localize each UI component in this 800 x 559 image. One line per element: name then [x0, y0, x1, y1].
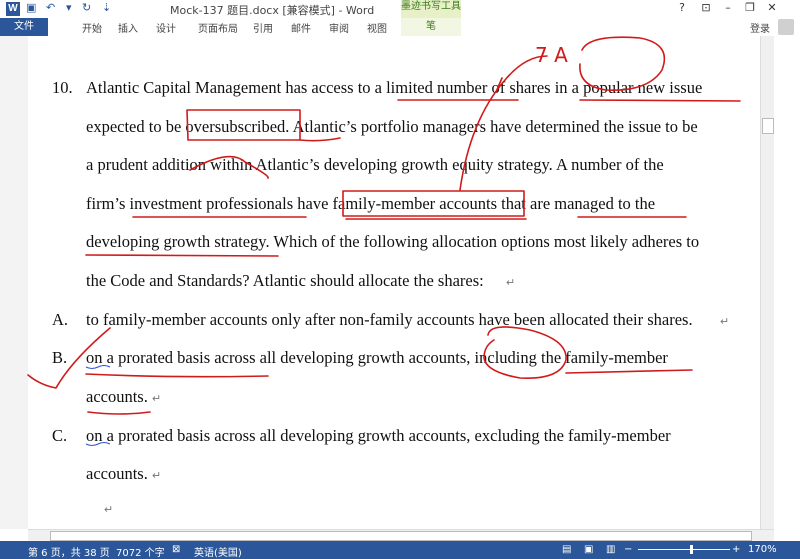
- word-count[interactable]: 7072 个字: [116, 544, 165, 559]
- avatar[interactable]: [778, 19, 794, 35]
- tab-home[interactable]: 开始: [82, 20, 102, 35]
- question-line: the Code and Standards? Atlantic should …: [86, 271, 484, 290]
- print-layout-icon[interactable]: ▣: [584, 544, 593, 555]
- undo-icon[interactable]: ↶: [46, 1, 55, 14]
- tab-references[interactable]: 引用: [253, 20, 273, 35]
- ribbon-tabs: 文件 开始 插入 设计 页面布局 引用 邮件 审阅 视图 笔 登录: [0, 18, 800, 37]
- dropdown-icon[interactable]: ▾: [66, 1, 72, 14]
- zoom-slider-track[interactable]: [638, 549, 730, 550]
- option-text-b: accounts.: [86, 387, 148, 406]
- option-label-c: C.: [52, 426, 68, 445]
- restore-icon[interactable]: ❐: [740, 1, 760, 14]
- zoom-level[interactable]: 170%: [748, 544, 777, 555]
- ribbon-display-icon[interactable]: ⊡: [696, 1, 716, 14]
- save-icon[interactable]: ▣: [26, 1, 36, 14]
- word-logo-icon[interactable]: W: [6, 2, 20, 16]
- option-text-b: on a prorated basis across all developin…: [86, 348, 668, 367]
- paragraph-mark: ↵: [104, 504, 114, 516]
- zoom-slider-thumb[interactable]: [690, 545, 693, 554]
- zoom-out-button[interactable]: −: [624, 544, 632, 555]
- web-layout-icon[interactable]: ▥: [606, 544, 615, 555]
- paragraph-mark: ↵: [720, 316, 730, 328]
- page-count[interactable]: 第 6 页，共 38 页: [28, 544, 110, 559]
- paragraph-mark: ↵: [152, 470, 162, 482]
- help-button[interactable]: ?: [672, 1, 692, 14]
- zoom-in-button[interactable]: +: [732, 544, 740, 555]
- question-number: 10.: [52, 78, 73, 97]
- tab-design[interactable]: 设计: [156, 20, 176, 35]
- paragraph-mark: ↵: [152, 393, 162, 405]
- ink-tools-contextual-tab: 墨迹书写工具: [401, 0, 461, 20]
- vertical-scrollbar[interactable]: [760, 36, 775, 529]
- option-text-a: to family-member accounts only after non…: [86, 310, 693, 329]
- tab-mailings[interactable]: 邮件: [291, 20, 311, 35]
- question-line: firm’s investment professionals have fam…: [86, 194, 656, 213]
- qat-customize-icon[interactable]: ⇣: [102, 1, 111, 14]
- read-mode-icon[interactable]: ▤: [562, 544, 571, 555]
- proofing-icon[interactable]: ⊠: [172, 544, 180, 555]
- option-text-c: on a prorated basis across all developin…: [86, 426, 671, 445]
- minimize-icon[interactable]: –: [718, 1, 738, 14]
- language[interactable]: 英语(美国): [194, 544, 242, 559]
- horizontal-scroll-thumb[interactable]: [50, 531, 752, 541]
- window-title: Mock-137 题目.docx [兼容模式] - Word: [170, 4, 375, 17]
- vertical-scroll-thumb[interactable]: [762, 118, 774, 134]
- question-line: a prudent addition within Atlantic’s dev…: [86, 155, 664, 174]
- tab-review[interactable]: 审阅: [329, 20, 349, 35]
- title-bar: W ▣ ↶ ▾ ↻ ⇣ Mock-137 题目.docx [兼容模式] - Wo…: [0, 0, 800, 20]
- question-line: Atlantic Capital Management has access t…: [86, 78, 703, 97]
- tab-file[interactable]: 文件: [0, 18, 48, 36]
- tab-view[interactable]: 视图: [367, 20, 387, 35]
- option-label-a: A.: [52, 310, 69, 329]
- tab-pen[interactable]: 笔: [401, 18, 461, 36]
- status-bar: 第 6 页，共 38 页 7072 个字 ⊠ 英语(美国) ▤ ▣ ▥ − + …: [0, 541, 800, 559]
- right-margin: [774, 36, 800, 529]
- close-icon[interactable]: ✕: [762, 1, 782, 14]
- document-page[interactable]: 10. Atlantic Capital Management has acce…: [28, 36, 760, 529]
- option-label-b: B.: [52, 348, 68, 367]
- option-text-c: accounts.: [86, 464, 148, 483]
- question-line: expected to be oversubscribed. Atlantic’…: [86, 117, 698, 136]
- redo-icon[interactable]: ↻: [82, 1, 91, 14]
- sign-in-link[interactable]: 登录: [750, 20, 770, 35]
- paragraph-mark: ↵: [506, 277, 516, 289]
- tab-insert[interactable]: 插入: [118, 20, 138, 35]
- tab-layout[interactable]: 页面布局: [198, 20, 238, 35]
- question-line: developing growth strategy. Which of the…: [86, 232, 700, 251]
- left-gutter: [0, 36, 28, 529]
